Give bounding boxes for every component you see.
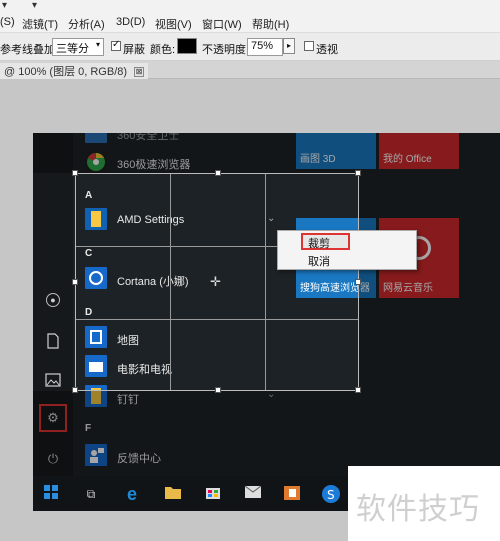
document-tab[interactable]: @ 100% (图层 0, RGB/8) ⊠ [0,63,149,79]
menubar: ▾ ▾ (S) 滤镜(T) 分析(A) 3D(D) 视图(V) 窗口(W) 帮助… [0,0,500,33]
crop-handle-top-left[interactable] [72,170,78,176]
store-icon[interactable] [203,484,223,504]
menu-item-filter[interactable]: 滤镜(T) [22,16,58,32]
perspective-checkbox[interactable] [304,41,314,51]
menu-item-view[interactable]: 视图(V) [155,16,192,32]
watermark-text: 软件技巧 [356,492,480,527]
menu-item-cancel[interactable]: 取消 [308,253,330,269]
crop-grid-line [170,174,171,390]
sogou-taskbar-icon[interactable]: S [321,484,341,504]
mail-icon[interactable] [243,484,263,504]
shield-label: 屏蔽 [123,44,145,56]
crop-handle-left[interactable] [72,279,78,285]
shield-checkbox[interactable] [111,39,121,51]
color-swatch[interactable] [177,38,197,54]
crop-shade-right [359,173,500,391]
menu-item-3d[interactable]: 3D(D) [116,16,145,28]
menu-item-select[interactable]: (S) [0,16,15,28]
user-icon[interactable]: ● [46,293,60,307]
pictures-icon[interactable] [45,373,61,389]
screenshot-image: ● ⚙ ⏻ 360安全卫士 360极速浏览器 A AMD Settings ⌄ … [33,133,500,511]
menu-item-analysis[interactable]: 分析(A) [68,16,105,32]
crop-handle-bottom-right[interactable] [355,387,361,393]
watermark: 软件技巧 [348,466,500,541]
crop-grid-line [76,319,358,320]
opacity-label: 不透明度: [202,44,250,56]
crop-handle-bottom[interactable] [215,387,221,393]
menu-item-crop[interactable]: 裁剪 [308,235,330,251]
chevron-down-icon: ▾ [95,40,100,49]
overlay-value: 三等分 [56,43,89,55]
folder-icon[interactable] [163,484,183,504]
context-menu: 裁剪 取消 [277,230,417,270]
document-icon[interactable] [45,333,61,349]
toolbar-stub: ▾ [32,0,38,11]
perspective-label: 透视 [316,44,338,56]
opacity-input[interactable]: 75% [247,38,283,56]
color-label: 颜色: [150,44,176,56]
document-tab-label: @ 100% (图层 0, RGB/8) [4,66,128,78]
close-icon[interactable]: ⊠ [134,67,145,78]
menu-item-window[interactable]: 窗口(W) [202,16,242,32]
crop-handle-top-right[interactable] [355,170,361,176]
menu-item-help[interactable]: 帮助(H) [252,16,289,32]
toolbar-stub: ▾ [2,0,8,11]
crop-grid-line [265,174,266,390]
document-tab-bar: @ 100% (图层 0, RGB/8) ⊠ [0,61,500,79]
crop-center-crosshair: ✛ [210,274,221,289]
opacity-slider-button[interactable]: ▸ [283,38,295,54]
crop-shade-top [33,133,500,173]
options-bar: 参考线叠加: 三等分 ▾ 屏蔽 颜色: 不透明度: 75% ▸ 透视 [0,33,500,61]
svg-text:S: S [327,488,335,502]
overlay-select[interactable]: 三等分 ▾ [52,38,104,56]
crop-handle-bottom-left[interactable] [72,387,78,393]
task-view-icon[interactable]: ⧉ [81,484,101,504]
overlay-label: 参考线叠加: [0,44,59,56]
windows-start-icon[interactable] [41,484,61,504]
edge-icon[interactable]: e [122,484,142,504]
crop-shade-bottom [33,391,500,476]
office-icon[interactable] [282,484,302,504]
crop-handle-right[interactable] [355,279,361,285]
crop-handle-top[interactable] [215,170,221,176]
